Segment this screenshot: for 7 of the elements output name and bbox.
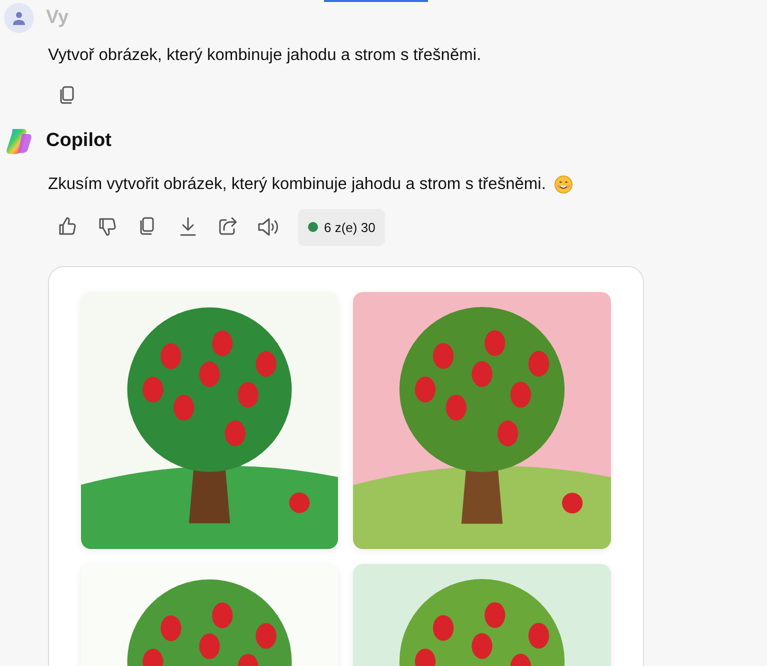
- author-name: Vy: [46, 6, 69, 30]
- message-text: Zkusím vytvořit obrázek, který kombinuje jahodu a strom s třešněmi.: [48, 174, 546, 195]
- author-name: Copilot: [46, 128, 112, 152]
- smiley-icon: [554, 174, 573, 194]
- message-text: Vytvoř obrázek, který kombinuje jahodu a strom s třešněmi.: [48, 45, 482, 66]
- usage-counter: 6 z(e) 30: [298, 208, 386, 246]
- user-avatar: [4, 3, 34, 33]
